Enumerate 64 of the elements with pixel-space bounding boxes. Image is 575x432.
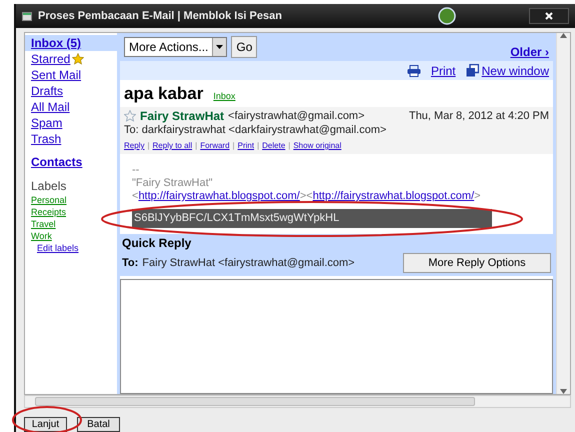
scroll-up-arrow[interactable] (560, 33, 567, 38)
angle-bracket: > (474, 190, 481, 202)
blog-link[interactable]: http://fairystrawhat.blogspot.com/ (312, 190, 474, 202)
action-link[interactable]: Reply to all (152, 141, 192, 150)
horizontal-scrollbar[interactable] (24, 395, 571, 408)
new-window-link[interactable]: New window (482, 64, 549, 78)
sidebar-link[interactable]: Sent Mail (25, 67, 117, 83)
dialog-button[interactable]: Lanjut (24, 417, 67, 432)
window-title: Proses Pembacaan E-Mail | Memblok Isi Pesan (38, 10, 282, 22)
sidebar-link[interactable]: Spam (25, 115, 117, 131)
separator: | (232, 141, 235, 150)
separator: | (147, 141, 150, 150)
message-date: Thu, Mar 8, 2012 at 4:20 PM (408, 110, 549, 122)
separator: | (257, 141, 260, 150)
reply-textarea[interactable] (120, 279, 553, 394)
action-link[interactable]: Show original (293, 141, 342, 150)
edit-labels-link[interactable]: Edit labels (37, 243, 117, 253)
dialog-button[interactable]: Batal (77, 417, 120, 432)
action-link[interactable]: Print (238, 141, 254, 150)
labels-heading: Labels (31, 179, 68, 193)
window-icon (22, 12, 32, 20)
signature-dash: -- (132, 164, 140, 177)
signature-name: "Fairy StrawHat" (132, 177, 214, 190)
go-button[interactable]: Go (231, 36, 258, 58)
quick-reply-title: Quick Reply (122, 236, 192, 250)
sidebar-link[interactable]: Inbox (5) (25, 35, 117, 51)
separator: | (195, 141, 198, 150)
sender-email: <fairystrawhat@gmail.com> (228, 110, 365, 122)
label-link[interactable]: Travel (31, 218, 117, 230)
star-icon[interactable] (124, 110, 136, 122)
sidebar-link[interactable]: Starred (25, 51, 117, 67)
selected-text: S6BlJYybBFC/LCX1TmMsxt5wgWtYpkHL (132, 209, 492, 228)
caret-icon (216, 45, 224, 49)
recipient-line: To: darkfairystrawhat <darkfairystrawhat@gmail.com> (124, 124, 388, 136)
label-link[interactable]: Work (31, 230, 117, 242)
scroll-down-arrow[interactable] (560, 389, 567, 394)
actions-dropdown[interactable]: More Actions... (124, 37, 228, 57)
sidebar-link[interactable]: Trash (25, 131, 117, 147)
contacts-link[interactable]: Contacts (31, 155, 117, 169)
close-button[interactable] (529, 8, 569, 24)
more-reply-options-button[interactable]: More Reply Options (403, 253, 551, 273)
print-link[interactable]: Print (430, 64, 456, 78)
label-link[interactable]: Personal (31, 194, 117, 206)
sender-name: Fairy StrawHat (140, 109, 224, 123)
action-link[interactable]: Delete (262, 141, 286, 150)
email-subject: apa kabar (124, 84, 204, 104)
angle-bracket: >< (300, 190, 313, 202)
action-link[interactable]: Reply (124, 141, 144, 150)
vertical-scrollbar[interactable] (556, 33, 570, 394)
label-tag[interactable]: Inbox (213, 91, 236, 101)
separator: | (288, 141, 290, 150)
older-link[interactable]: Older › (510, 45, 549, 59)
close-icon (545, 12, 553, 20)
sidebar-link[interactable]: Drafts (25, 83, 117, 99)
blog-link[interactable]: http://fairystrawhat.blogspot.com/ (138, 190, 300, 202)
sidebar-link[interactable]: All Mail (25, 99, 117, 115)
angle-bracket: < (132, 190, 138, 202)
printer-icon (406, 64, 421, 76)
label-link[interactable]: Receipts (31, 206, 117, 218)
to-label: To: (122, 257, 138, 269)
new-window-icon (466, 64, 479, 77)
recipient: Fairy StrawHat <fairystrawhat@gmail.com> (142, 257, 355, 269)
action-link[interactable]: Forward (200, 141, 230, 150)
star-icon (72, 53, 84, 65)
